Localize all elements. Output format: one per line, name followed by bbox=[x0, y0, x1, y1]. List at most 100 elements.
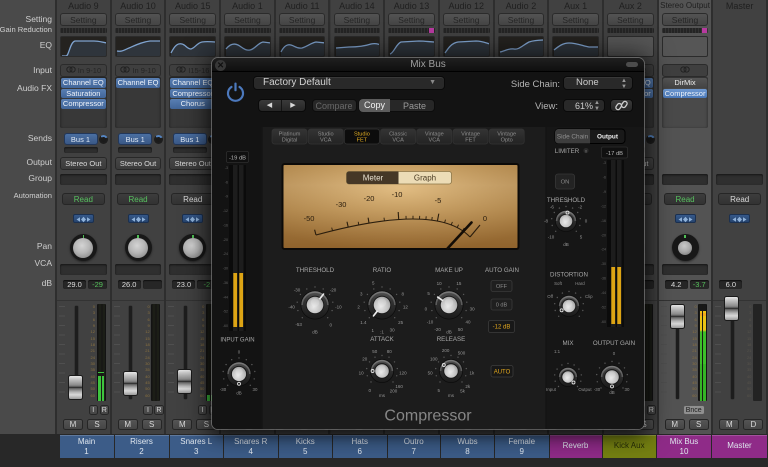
svg-text:-17 dB: -17 dB bbox=[606, 151, 623, 157]
svg-text:-50: -50 bbox=[304, 214, 315, 223]
svg-text:Input: Input bbox=[546, 387, 557, 392]
svg-text:-3: -3 bbox=[225, 166, 228, 170]
svg-text:-8: -8 bbox=[544, 219, 548, 224]
svg-text:-60: -60 bbox=[223, 324, 228, 328]
svg-text:MIX: MIX bbox=[562, 340, 573, 347]
svg-text:-6: -6 bbox=[225, 180, 228, 184]
svg-text:OUTPUT GAIN: OUTPUT GAIN bbox=[593, 340, 635, 347]
svg-text:10: 10 bbox=[359, 370, 365, 375]
svg-text:AUTO GAIN: AUTO GAIN bbox=[485, 267, 519, 274]
svg-text:30: 30 bbox=[253, 387, 258, 392]
svg-text:40: 40 bbox=[465, 320, 471, 325]
svg-text:500: 500 bbox=[458, 350, 466, 355]
svg-text:-9: -9 bbox=[603, 190, 606, 194]
svg-text:-20: -20 bbox=[223, 238, 228, 242]
svg-text:5k: 5k bbox=[460, 388, 466, 393]
svg-text:-16: -16 bbox=[223, 224, 228, 228]
svg-text:-52: -52 bbox=[601, 306, 606, 310]
svg-text:Meter: Meter bbox=[363, 174, 384, 183]
svg-text:VCA: VCA bbox=[320, 138, 332, 144]
svg-text:Studio: Studio bbox=[318, 131, 334, 137]
svg-text:1.4: 1.4 bbox=[360, 320, 367, 325]
svg-text:25: 25 bbox=[398, 320, 404, 325]
svg-text:Hard: Hard bbox=[575, 281, 585, 286]
svg-text:-40: -40 bbox=[288, 305, 295, 310]
svg-text::1: :1 bbox=[380, 330, 384, 335]
svg-text:-53: -53 bbox=[295, 322, 302, 327]
svg-text:-6: -6 bbox=[603, 176, 606, 180]
svg-text:30: 30 bbox=[390, 328, 396, 333]
svg-text:12: 12 bbox=[403, 305, 409, 310]
svg-text:-12: -12 bbox=[601, 204, 606, 208]
svg-text:120: 120 bbox=[399, 370, 407, 375]
svg-text:-44: -44 bbox=[601, 291, 606, 295]
svg-text:ON: ON bbox=[561, 180, 570, 186]
svg-text:50: 50 bbox=[372, 349, 378, 354]
svg-text:FET: FET bbox=[357, 138, 368, 144]
svg-text:dB: dB bbox=[563, 242, 569, 247]
svg-text:MAKE UP: MAKE UP bbox=[435, 267, 463, 274]
svg-text:-3: -3 bbox=[603, 161, 606, 165]
svg-text:Vintage: Vintage bbox=[497, 131, 516, 137]
svg-text:Vintage: Vintage bbox=[461, 131, 480, 137]
svg-text:30: 30 bbox=[470, 307, 476, 312]
svg-text:Clip: Clip bbox=[585, 294, 593, 299]
svg-text:RATIO: RATIO bbox=[373, 267, 392, 274]
svg-text:Compressor: Compressor bbox=[384, 408, 472, 425]
svg-text:-12 dB: -12 dB bbox=[493, 325, 511, 331]
svg-text:Studio: Studio bbox=[354, 131, 370, 137]
svg-text:15: 15 bbox=[456, 281, 462, 286]
svg-text:LIMITER: LIMITER bbox=[555, 148, 580, 155]
svg-text:-2: -2 bbox=[578, 204, 582, 209]
svg-text:-30: -30 bbox=[601, 262, 606, 266]
svg-text:-44: -44 bbox=[223, 295, 228, 299]
svg-text:VCA: VCA bbox=[429, 138, 441, 144]
svg-text:Classic: Classic bbox=[389, 131, 407, 137]
svg-text:-10: -10 bbox=[335, 305, 342, 310]
svg-text:2k: 2k bbox=[465, 384, 471, 389]
svg-text:50: 50 bbox=[428, 370, 434, 375]
svg-text:dB: dB bbox=[609, 390, 614, 395]
svg-text:80: 80 bbox=[387, 349, 393, 354]
svg-text:DISTORTION: DISTORTION bbox=[550, 272, 588, 279]
svg-text:0 dB: 0 dB bbox=[496, 303, 508, 309]
svg-text:-24: -24 bbox=[223, 252, 228, 256]
svg-text:1k: 1k bbox=[470, 370, 476, 375]
svg-text:-16: -16 bbox=[601, 219, 606, 223]
svg-text:THRESHOLD: THRESHOLD bbox=[296, 267, 335, 274]
svg-text:0: 0 bbox=[483, 214, 487, 223]
svg-text:30: 30 bbox=[625, 387, 630, 392]
svg-text:-4: -4 bbox=[564, 199, 568, 204]
svg-text:OFF: OFF bbox=[496, 284, 508, 290]
svg-text:-10: -10 bbox=[392, 190, 403, 199]
svg-text:dB: dB bbox=[236, 391, 241, 396]
svg-text:-10: -10 bbox=[427, 320, 434, 325]
svg-text:50: 50 bbox=[458, 327, 464, 332]
svg-text:-5: -5 bbox=[435, 196, 442, 205]
svg-text:100: 100 bbox=[430, 357, 438, 362]
svg-text:-36: -36 bbox=[223, 281, 228, 285]
svg-text:Soft: Soft bbox=[554, 281, 563, 286]
svg-text:Off: Off bbox=[547, 294, 554, 299]
svg-text:-6: -6 bbox=[550, 204, 554, 209]
svg-text:ms: ms bbox=[379, 393, 386, 398]
svg-text:VCA: VCA bbox=[392, 138, 404, 144]
svg-text:Platinum: Platinum bbox=[279, 131, 301, 137]
svg-text:FET: FET bbox=[465, 138, 476, 144]
svg-text:200: 200 bbox=[442, 348, 450, 353]
svg-text:-30: -30 bbox=[223, 267, 228, 271]
svg-text:Output: Output bbox=[578, 387, 592, 392]
svg-text:Opto: Opto bbox=[501, 138, 513, 144]
svg-text:-30: -30 bbox=[294, 287, 301, 292]
svg-text:RELEASE: RELEASE bbox=[437, 336, 466, 343]
svg-text:-9: -9 bbox=[225, 195, 228, 199]
svg-text:Vintage: Vintage bbox=[425, 131, 444, 137]
svg-text:-19 dB: -19 dB bbox=[229, 155, 246, 161]
svg-text:20: 20 bbox=[362, 357, 368, 362]
svg-text:Graph: Graph bbox=[414, 174, 436, 183]
svg-text:1:1: 1:1 bbox=[554, 349, 561, 354]
svg-text:AUTO: AUTO bbox=[494, 370, 511, 376]
svg-text:Side Chain: Side Chain bbox=[557, 134, 589, 141]
svg-text:-52: -52 bbox=[223, 310, 228, 314]
svg-text:-20: -20 bbox=[364, 194, 375, 203]
